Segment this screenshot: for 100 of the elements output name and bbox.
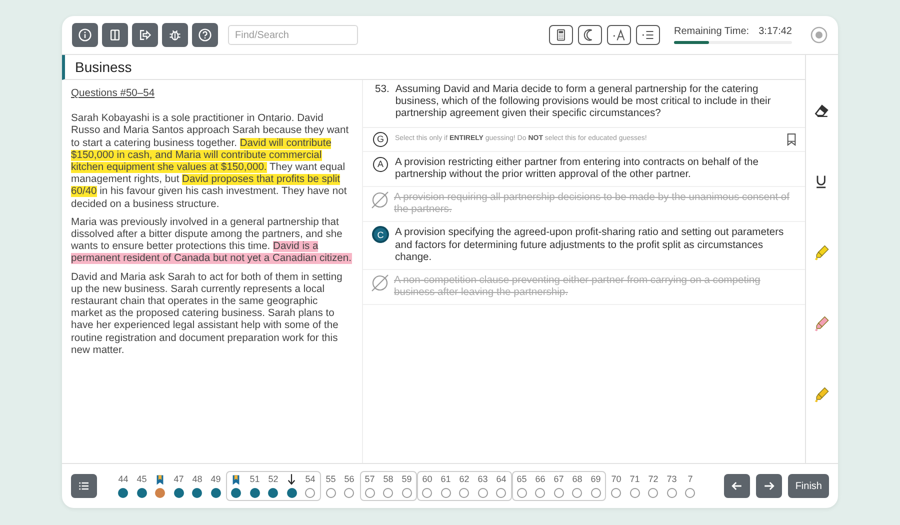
question-status-dot[interactable] xyxy=(648,488,658,498)
question-number[interactable]: 44 xyxy=(118,474,128,485)
font-size-button[interactable] xyxy=(607,25,631,45)
bug-icon xyxy=(168,28,182,42)
question-status-dot[interactable] xyxy=(422,488,432,498)
question-status-dot[interactable] xyxy=(305,488,316,498)
question-number[interactable]: 61 xyxy=(440,474,451,485)
question-number[interactable]: 67 xyxy=(554,474,564,485)
question-status-dot[interactable] xyxy=(174,488,184,498)
bug-button[interactable] xyxy=(162,23,188,47)
question-status-dot[interactable] xyxy=(268,488,278,498)
bookmark-icon xyxy=(232,474,240,484)
line-spacing-button[interactable] xyxy=(636,25,660,45)
question-number[interactable]: 70 xyxy=(611,474,622,485)
pause-icon xyxy=(108,28,122,42)
answer-option-button[interactable]: C xyxy=(373,227,388,242)
finish-button[interactable]: Finish xyxy=(788,474,829,498)
question-status-dot[interactable] xyxy=(554,488,564,498)
question-number[interactable]: 56 xyxy=(344,474,354,485)
question-status-dot[interactable] xyxy=(192,488,202,498)
help-button[interactable] xyxy=(192,23,218,47)
exit-button[interactable] xyxy=(132,23,158,47)
question-number[interactable]: 66 xyxy=(535,474,546,485)
question-number[interactable]: 52 xyxy=(268,474,278,485)
eraser-icon[interactable] xyxy=(813,102,831,120)
section-title: Business xyxy=(62,55,805,80)
question-number[interactable]: 7 xyxy=(688,474,693,485)
question-number[interactable]: 64 xyxy=(496,474,506,485)
question-list-button[interactable] xyxy=(71,474,97,498)
highlighter-icon[interactable] xyxy=(813,315,831,333)
question-number[interactable]: 48 xyxy=(192,474,202,485)
question-number[interactable]: 47 xyxy=(174,474,184,485)
question-status-dot[interactable] xyxy=(666,488,677,498)
passage-paragraph: David and Maria ask Sarah to act for both of them in setting up the new business. Sarah currently represents a local restaurant chain that operates in the same geographic market as the proposed catering business. Sarah plans to have her experienced legal assistant help with some of the routine registration and document preparation work for this new matter. xyxy=(71,272,344,358)
question-number[interactable]: 49 xyxy=(210,474,221,485)
question-status-dot[interactable] xyxy=(516,488,527,498)
question-status-dot[interactable] xyxy=(210,488,221,498)
question-number[interactable]: 45 xyxy=(136,474,147,485)
search-field[interactable]: Find/Search xyxy=(228,25,358,45)
question-status-dot[interactable] xyxy=(535,488,546,498)
guess-option-button[interactable]: G xyxy=(373,132,388,147)
highlighter-icon[interactable] xyxy=(813,244,831,262)
next-button[interactable] xyxy=(756,474,782,498)
question-status-dot[interactable] xyxy=(286,488,297,498)
question-number[interactable]: 54 xyxy=(305,474,316,485)
question-status-dot[interactable] xyxy=(136,488,147,498)
question-number[interactable]: 60 xyxy=(422,474,432,485)
question-number[interactable]: 69 xyxy=(590,474,601,485)
question-status-dot[interactable] xyxy=(383,488,394,498)
calculator-button[interactable] xyxy=(549,25,573,45)
question-status-dot[interactable] xyxy=(364,488,375,498)
answer-option-text: A provision requiring all partnership decisions to be made by the unanimous consent of the partners. xyxy=(394,192,791,216)
question-number[interactable]: 68 xyxy=(572,474,582,485)
question-status-dot[interactable] xyxy=(402,488,412,498)
question-number[interactable]: 51 xyxy=(250,474,260,485)
question-status-dot[interactable] xyxy=(611,488,622,498)
info-icon xyxy=(78,28,92,42)
question-number[interactable]: 73 xyxy=(666,474,677,485)
eliminated-icon[interactable] xyxy=(370,190,390,210)
question-number[interactable]: 63 xyxy=(478,474,488,485)
question-status-dot[interactable] xyxy=(250,488,260,498)
question-status-dot[interactable] xyxy=(231,488,242,498)
question-number[interactable]: 57 xyxy=(364,474,375,485)
question-number[interactable]: 55 xyxy=(326,474,336,485)
question-number[interactable]: 59 xyxy=(402,474,412,485)
question-number: 53. xyxy=(375,84,390,97)
question-status-dot[interactable] xyxy=(459,488,470,498)
info-button[interactable] xyxy=(72,23,98,47)
question-status-dot[interactable] xyxy=(344,488,354,498)
question-status-dot[interactable] xyxy=(572,488,582,498)
exit-icon xyxy=(138,28,152,42)
right-arrow-icon xyxy=(762,479,776,493)
highlighter-icon[interactable] xyxy=(813,386,831,404)
question-number[interactable]: 62 xyxy=(459,474,470,485)
question-status-dot[interactable] xyxy=(326,488,336,498)
question-status-dot[interactable] xyxy=(630,488,640,498)
answer-option-text: A provision specifying the agreed-upon profit-sharing ratio and setting out parameters and factors for determining future adjustments to the profit split as circumstances change. xyxy=(395,227,785,264)
question-status-dot[interactable] xyxy=(478,488,488,498)
question-number[interactable]: 72 xyxy=(648,474,658,485)
question-status-dot[interactable] xyxy=(118,488,128,498)
question-number[interactable]: 65 xyxy=(516,474,527,485)
help-icon xyxy=(198,28,212,42)
pause-button[interactable] xyxy=(102,23,128,47)
moon-button[interactable] xyxy=(578,25,602,45)
answer-option-text: A non-competition clause preventing either partner from carrying on a competing business after leaving the partnership. xyxy=(394,275,762,300)
question-status-dot[interactable] xyxy=(590,488,601,498)
question-status-dot[interactable] xyxy=(440,488,451,498)
timer-value: 3:17:42 xyxy=(758,26,792,37)
question-status-dot[interactable] xyxy=(496,488,506,498)
question-number[interactable]: 58 xyxy=(383,474,394,485)
record-icon[interactable] xyxy=(810,26,828,44)
answer-option-button[interactable]: A xyxy=(373,156,388,172)
question-status-dot[interactable] xyxy=(155,488,166,498)
eliminated-icon[interactable] xyxy=(370,273,390,294)
question-status-dot[interactable] xyxy=(685,488,696,498)
previous-button[interactable] xyxy=(724,474,750,498)
bookmark-icon[interactable] xyxy=(786,132,797,146)
calculator-icon xyxy=(554,28,568,42)
passage-heading: Questions #50–54 xyxy=(71,88,156,100)
question-number[interactable]: 71 xyxy=(630,474,640,485)
